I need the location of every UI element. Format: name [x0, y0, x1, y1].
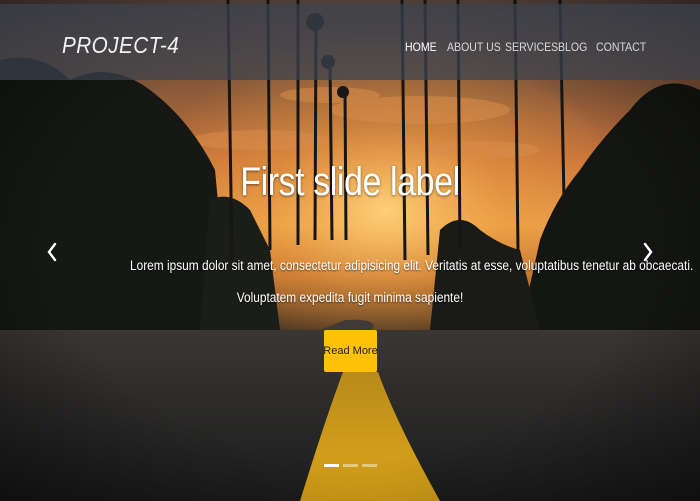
nav-item-home[interactable]: HOME [405, 40, 437, 54]
carousel-indicator-2[interactable] [343, 464, 358, 467]
slide-description-line-1: Lorem ipsum dolor sit amet, consectetur … [130, 258, 694, 273]
nav-item-blog[interactable]: BLOG [558, 40, 587, 54]
nav-item-services[interactable]: SERVICES [505, 40, 558, 54]
carousel-indicator-3[interactable] [362, 464, 377, 467]
nav-menu: HOME ABOUT US SERVICES BLOG CONTACT [0, 40, 700, 56]
carousel-indicators [324, 464, 384, 470]
chevron-right-icon [643, 242, 653, 262]
slide-description-line-2: Voluptatem expedita fugit minima sapient… [236, 290, 464, 305]
chevron-left-icon [47, 242, 57, 262]
navbar: PROJECT-4 HOME ABOUT US SERVICES BLOG CO… [0, 4, 700, 80]
carousel-next-button[interactable] [628, 230, 668, 274]
hero-carousel: PROJECT-4 HOME ABOUT US SERVICES BLOG CO… [0, 0, 700, 501]
carousel-prev-button[interactable] [32, 230, 72, 274]
slide-title: First slide label [240, 160, 460, 204]
nav-item-contact[interactable]: CONTACT [596, 40, 646, 54]
nav-item-about-us[interactable]: ABOUT US [447, 40, 501, 54]
slide-description: Lorem ipsum dolor sit amet, consectetur … [100, 250, 694, 314]
read-more-button[interactable]: Read More [323, 330, 378, 372]
carousel-indicator-1[interactable] [324, 464, 339, 467]
